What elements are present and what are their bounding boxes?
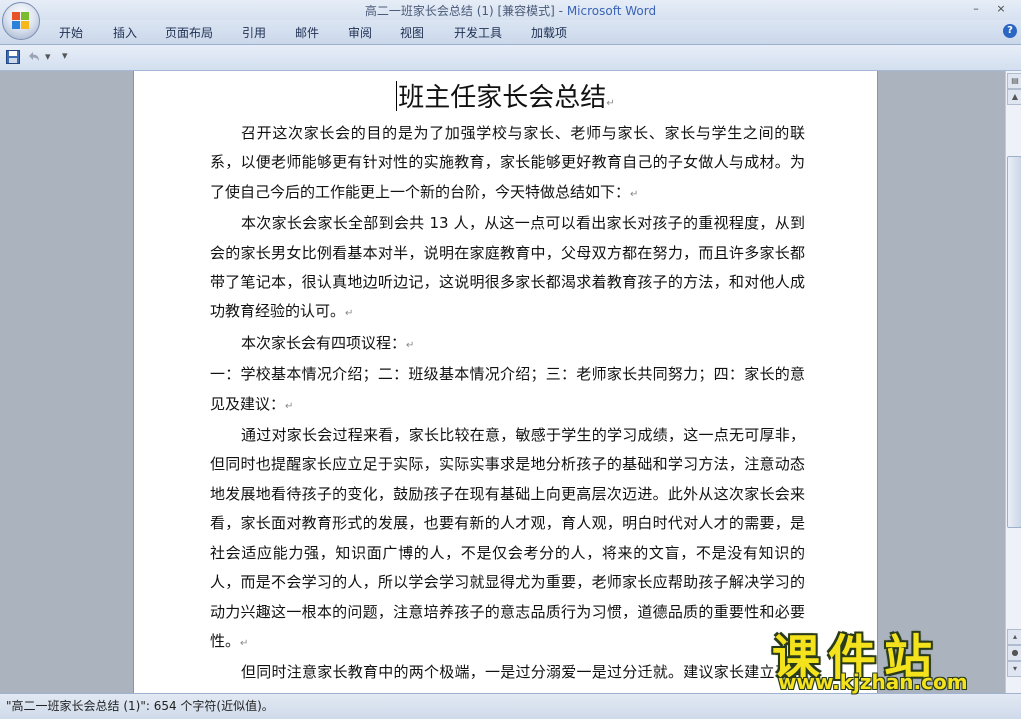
paragraph-1: 召开这次家长会的目的是为了加强学校与家长、老师与家长、家长与学生之间的联系，以便… bbox=[210, 124, 805, 201]
paragraph-mark: ↵ bbox=[606, 98, 615, 109]
watermark-url: www.kjzhan.com bbox=[778, 670, 968, 694]
status-bar: "高二一班家长会总结 (1)": 654 个字符(近似值)。 bbox=[0, 693, 1021, 719]
tab-page-layout[interactable]: 页面布局 bbox=[161, 24, 217, 41]
minimize-button[interactable]: – bbox=[965, 1, 987, 17]
customize-qat-button[interactable]: ▾ bbox=[62, 49, 68, 62]
save-icon[interactable] bbox=[6, 50, 20, 67]
paragraph-4: 一：学校基本情况介绍；二：班级基本情况介绍；三：老师家长共同努力；四：家长的意见… bbox=[210, 365, 805, 413]
paragraph-6: 但同时注意家长教育中的两个极端，一是过分溺爱一是过分迁就。建议家长建立平等的和谐… bbox=[210, 663, 805, 693]
tab-addins[interactable]: 加载项 bbox=[527, 24, 571, 41]
undo-icon[interactable] bbox=[26, 50, 42, 67]
scroll-up-icon[interactable]: ▲ bbox=[1007, 89, 1021, 105]
tab-mailings[interactable]: 邮件 bbox=[291, 24, 323, 41]
document-title: 班主任家长会总结↵ bbox=[134, 77, 877, 114]
close-button[interactable]: × bbox=[990, 1, 1012, 17]
document-area: 班主任家长会总结↵ 召开这次家长会的目的是为了加强学校与家长、老师与家长、家长与… bbox=[0, 71, 1005, 693]
tab-review[interactable]: 审阅 bbox=[344, 24, 376, 41]
office-button[interactable] bbox=[2, 2, 40, 40]
app-name: Microsoft Word bbox=[566, 4, 657, 18]
paragraph-3: 本次家长会有四项议程：↵ bbox=[241, 333, 415, 352]
ribbon-tabs: 开始 插入 页面布局 引用 邮件 审阅 视图 开发工具 加载项 ? bbox=[0, 20, 1021, 45]
vertical-scrollbar[interactable]: ▤ ▲ ▴ ● ▾ bbox=[1005, 71, 1021, 693]
document-body: 召开这次家长会的目的是为了加强学校与家长、老师与家长、家长与学生之间的联系，以便… bbox=[210, 119, 805, 693]
undo-dropdown-icon[interactable]: ▾ bbox=[45, 50, 51, 63]
office-logo-icon bbox=[12, 12, 30, 30]
window-title: 高二一班家长会总结 (1) [兼容模式] - Microsoft Word bbox=[0, 2, 1021, 19]
document-page[interactable]: 班主任家长会总结↵ 召开这次家长会的目的是为了加强学校与家长、老师与家长、家长与… bbox=[133, 71, 878, 693]
tab-references[interactable]: 引用 bbox=[238, 24, 270, 41]
paragraph-2: 本次家长会家长全部到会共 13 人，从这一点可以看出家长对孩子的重视程度，从到会… bbox=[210, 214, 805, 321]
watermark-logo: 课件站 www.kjzhan.com bbox=[770, 618, 1015, 696]
tab-view[interactable]: 视图 bbox=[396, 24, 428, 41]
paragraph-5: 通过对家长会过程来看，家长比较在意，敏感于学生的学习成绩，这一点无可厚非，但同时… bbox=[210, 426, 805, 650]
document-title-text: 班主任家长会总结 bbox=[398, 83, 607, 113]
help-icon[interactable]: ? bbox=[1003, 24, 1017, 38]
title-bar: 高二一班家长会总结 (1) [兼容模式] - Microsoft Word – … bbox=[0, 0, 1021, 20]
quick-access-toolbar: ▾ ▾ bbox=[0, 45, 1021, 71]
ruler-toggle-icon[interactable]: ▤ bbox=[1007, 73, 1021, 89]
tab-home[interactable]: 开始 bbox=[55, 24, 87, 41]
document-name: 高二一班家长会总结 (1) [兼容模式] - bbox=[364, 4, 567, 18]
tab-insert[interactable]: 插入 bbox=[109, 24, 141, 41]
word-count-status[interactable]: "高二一班家长会总结 (1)": 654 个字符(近似值)。 bbox=[6, 697, 274, 714]
tab-developer[interactable]: 开发工具 bbox=[450, 24, 506, 41]
scrollbar-thumb[interactable] bbox=[1007, 156, 1021, 528]
